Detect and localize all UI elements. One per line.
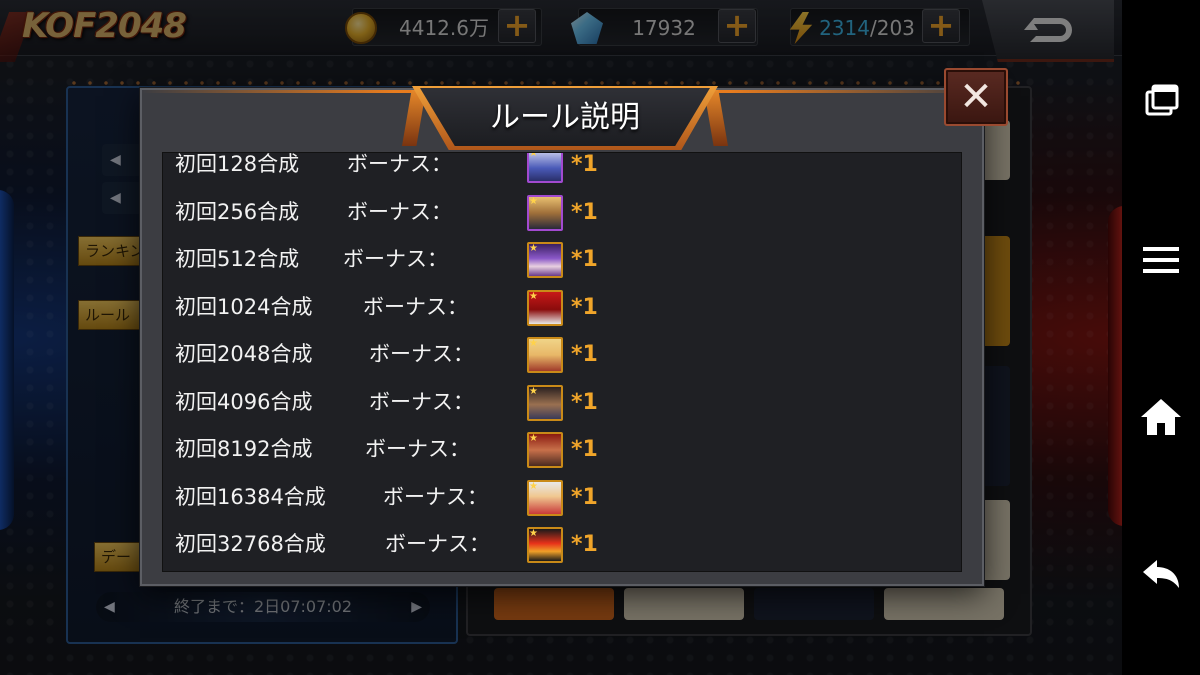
character-avatar-icon[interactable]: ★	[527, 289, 563, 326]
rule-bonus-label: ボーナス：	[385, 532, 490, 556]
recent-apps-icon[interactable]	[1139, 78, 1183, 122]
rules-list[interactable]: 初回128合成 ボーナス： ★ *1 初回256合成 ボーナス： ★ *1 初回512合成 ボーナ…	[162, 152, 962, 572]
menu-icon[interactable]	[1139, 238, 1183, 282]
rule-bonus-label: ボーナス：	[343, 247, 448, 271]
star-icon: ★	[529, 195, 538, 207]
character-avatar-icon[interactable]: ★	[527, 242, 563, 278]
close-icon: ✕	[959, 74, 993, 120]
star-icon: ★	[529, 433, 538, 444]
rule-bonus-label: ボーナス：	[347, 152, 452, 176]
reward-quantity: *1	[571, 484, 598, 510]
character-avatar-icon[interactable]: ★	[527, 479, 563, 516]
rule-milestone-label: 初回512合成	[175, 247, 300, 271]
rule-row: 初回256合成 ボーナス： ★ *1	[163, 189, 961, 237]
rule-bonus-label: ボーナス：	[347, 199, 452, 224]
star-icon: ★	[529, 528, 538, 539]
reward-quantity: *1	[571, 532, 598, 557]
rule-row: 初回4096合成 ボーナス： ★ *1	[163, 379, 961, 427]
rule-row: 初回128合成 ボーナス： ★ *1	[163, 152, 961, 189]
back-icon[interactable]	[1139, 552, 1183, 596]
rule-milestone-label: 初回256合成	[175, 199, 300, 224]
rule-milestone-label: 初回128合成	[175, 152, 300, 176]
rules-rows: 初回128合成 ボーナス： ★ *1 初回256合成 ボーナス： ★ *1 初回512合成 ボーナ…	[163, 152, 961, 569]
dialog-title: ルール説明	[490, 100, 640, 135]
rule-bonus-label: ボーナス：	[383, 484, 488, 509]
star-icon: ★	[529, 290, 538, 302]
system-nav-bar	[1122, 0, 1200, 675]
star-icon: ★	[529, 243, 538, 254]
rule-row: 初回32768合成 ボーナス： ★ *1	[163, 521, 961, 569]
reward-quantity: *1	[571, 247, 598, 272]
character-avatar-icon[interactable]: ★	[527, 432, 563, 468]
rule-bonus-label: ボーナス：	[369, 389, 474, 414]
rule-milestone-label: 初回32768合成	[175, 532, 326, 556]
rule-bonus-label: ボーナス：	[363, 294, 468, 319]
reward-quantity: *1	[571, 389, 598, 415]
rule-milestone-label: 初回8192合成	[175, 437, 313, 461]
reward-quantity: *1	[571, 152, 598, 177]
rules-dialog: ルール説明 初回128合成 ボーナス： ★ *1 初回256合成 ボーナス： ★ *1 初回51…	[140, 86, 984, 586]
close-button[interactable]: ✕	[944, 68, 1008, 126]
rule-row: 初回8192合成 ボーナス： ★ *1	[163, 426, 961, 474]
reward-quantity: *1	[571, 342, 598, 367]
star-icon: ★	[529, 385, 538, 397]
character-avatar-icon[interactable]: ★	[527, 152, 563, 183]
rule-milestone-label: 初回2048合成	[175, 342, 313, 366]
star-icon: ★	[529, 338, 538, 349]
rule-row: 初回16384合成 ボーナス： ★ *1	[163, 474, 961, 522]
star-icon: ★	[529, 152, 538, 159]
rule-milestone-label: 初回4096合成	[175, 389, 313, 414]
home-icon[interactable]	[1139, 395, 1183, 439]
rule-bonus-label: ボーナス：	[369, 342, 474, 366]
rule-row: 初回1024合成 ボーナス： ★ *1	[163, 284, 961, 332]
game-screen: KOF2048 4412.6万 + 17932 + 2314/203 + ◀ ◀…	[0, 0, 1122, 675]
fire-item-icon[interactable]: ★	[527, 527, 563, 563]
reward-quantity: *1	[571, 294, 598, 320]
rule-row: 初回2048合成 ボーナス： ★ *1	[163, 331, 961, 379]
reward-quantity: *1	[571, 199, 598, 225]
character-avatar-icon[interactable]: ★	[527, 384, 563, 421]
star-icon: ★	[529, 480, 538, 492]
reward-quantity: *1	[571, 437, 598, 462]
rule-milestone-label: 初回16384合成	[175, 484, 326, 509]
character-avatar-icon[interactable]: ★	[527, 337, 563, 373]
rule-row: 初回512合成 ボーナス： ★ *1	[163, 236, 961, 284]
rule-milestone-label: 初回1024合成	[175, 294, 313, 319]
character-avatar-icon[interactable]: ★	[527, 194, 563, 231]
rule-bonus-label: ボーナス：	[365, 437, 470, 461]
